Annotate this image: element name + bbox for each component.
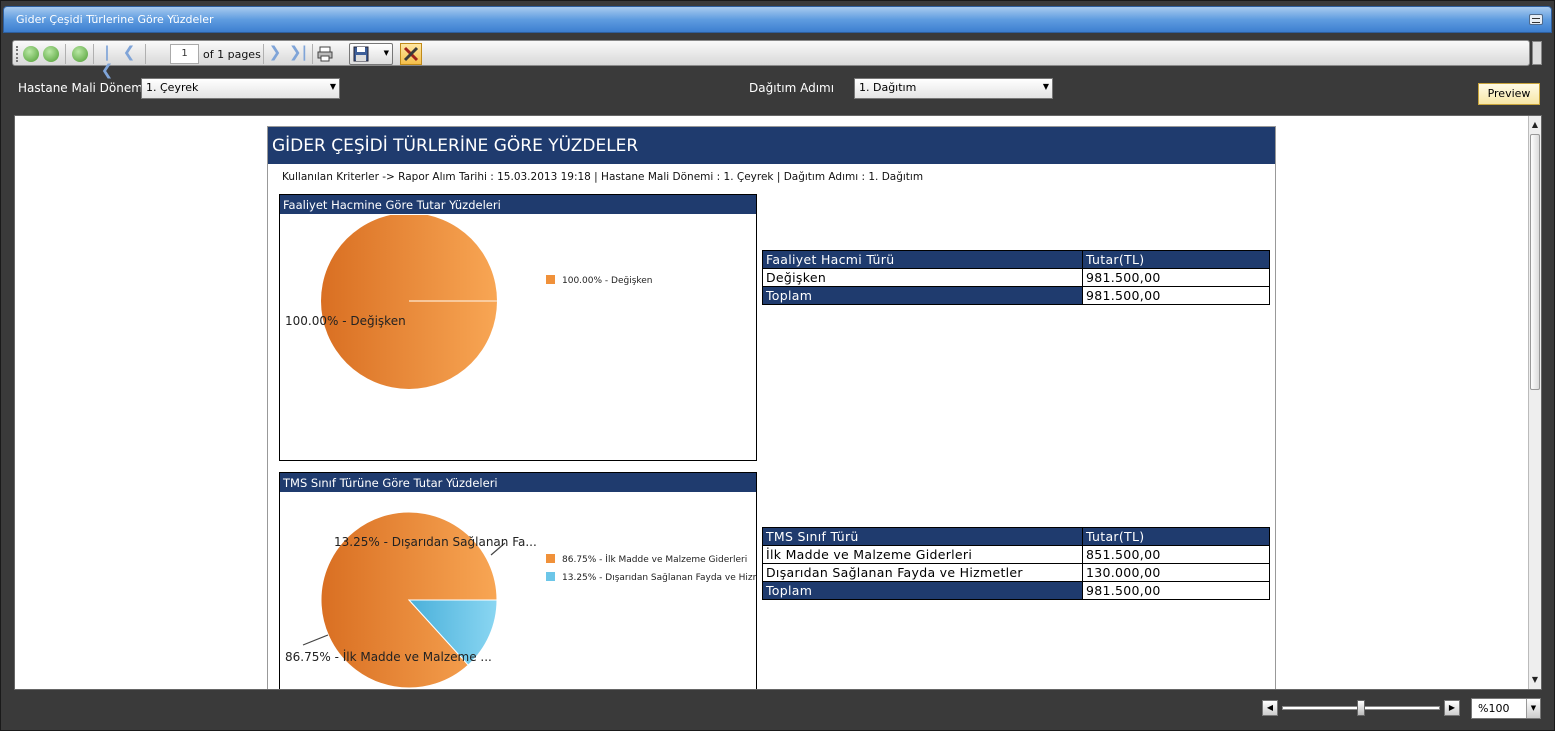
distribution-value: 1. Dağıtım bbox=[859, 81, 917, 94]
zoom-select[interactable]: %100 ▼ bbox=[1471, 698, 1541, 719]
leader-line bbox=[302, 634, 329, 646]
page-count: of 1 pages bbox=[203, 48, 261, 61]
table-cell: Değişken bbox=[762, 268, 1083, 287]
back-icon[interactable] bbox=[23, 46, 39, 62]
table-cell: 981.500,00 bbox=[1082, 268, 1270, 287]
separator bbox=[65, 44, 66, 64]
legend-item: 100.00% - Değişken bbox=[562, 276, 653, 286]
separator bbox=[145, 44, 146, 64]
scroll-thumb[interactable] bbox=[1530, 134, 1540, 390]
scroll-down-icon[interactable]: ▼ bbox=[1529, 673, 1541, 687]
chevron-down-icon: ▼ bbox=[329, 82, 336, 91]
header-cell: TMS Sınıf Türü bbox=[762, 527, 1083, 546]
distribution-select[interactable]: 1. Dağıtım ▼ bbox=[854, 78, 1053, 99]
pie-chart-tms: 86.75% - İlk Madde ve Malzeme ... 13.25% … bbox=[285, 511, 756, 689]
vertical-scrollbar[interactable]: ▲ ▼ bbox=[1528, 116, 1541, 689]
legend-swatch bbox=[546, 554, 555, 563]
total-value: 981.500,00 bbox=[1082, 286, 1270, 305]
legend-swatch bbox=[546, 572, 555, 581]
table-cell: 851.500,00 bbox=[1082, 545, 1270, 564]
export-dropdown[interactable]: ▼ bbox=[349, 43, 393, 65]
tools-button[interactable] bbox=[400, 43, 422, 65]
last-page-icon[interactable]: ❯| bbox=[289, 43, 307, 61]
table-cell: İlk Madde ve Malzeme Giderleri bbox=[762, 545, 1083, 564]
criteria-text: Kullanılan Kriterler -> Rapor Alım Tarih… bbox=[282, 171, 924, 183]
first-page-icon[interactable]: |❮ bbox=[99, 43, 115, 79]
title-bar: Gider Çeşidi Türlerine Göre Yüzdeler bbox=[3, 6, 1552, 33]
toolbar-overflow[interactable] bbox=[1532, 41, 1542, 65]
table-cell: 130.000,00 bbox=[1082, 563, 1270, 582]
legend-swatch bbox=[546, 275, 555, 284]
zoom-slider-thumb[interactable] bbox=[1357, 700, 1365, 716]
print-icon[interactable] bbox=[317, 46, 335, 64]
table-total-row: Toplam 981.500,00 bbox=[762, 581, 1270, 600]
chevron-down-icon: ▼ bbox=[1042, 82, 1049, 91]
pie-chart-activity: 100.00% - Değişken 100.00% - Değişken bbox=[285, 215, 653, 389]
separator bbox=[263, 44, 264, 64]
chart-title: Faaliyet Hacmine Göre Tutar Yüzdeleri bbox=[280, 195, 756, 214]
save-icon bbox=[353, 46, 369, 62]
legend-item: 86.75% - İlk Madde ve Malzeme Giderleri bbox=[562, 554, 747, 565]
legend-item: 13.25% - Dışarıdan Sağlanan Fayda ve Hiz… bbox=[562, 573, 756, 583]
table-total-row: Toplam 981.500,00 bbox=[762, 286, 1270, 305]
total-value: 981.500,00 bbox=[1082, 581, 1270, 600]
report-viewer: GİDER ÇEŞİDİ TÜRLERİNE GÖRE YÜZDELER Kul… bbox=[14, 115, 1542, 690]
preview-button[interactable]: Preview bbox=[1478, 83, 1540, 105]
grip-icon bbox=[16, 46, 19, 62]
refresh-icon[interactable] bbox=[72, 46, 88, 62]
pie-label: 86.75% - İlk Madde ve Malzeme ... bbox=[285, 649, 492, 664]
period-value: 1. Çeyrek bbox=[146, 81, 199, 94]
header-cell: Tutar(TL) bbox=[1082, 527, 1270, 546]
tools-icon bbox=[403, 46, 419, 62]
period-label: Hastane Mali Dönemi bbox=[18, 81, 147, 95]
report-title: GİDER ÇEŞİDİ TÜRLERİNE GÖRE YÜZDELER bbox=[268, 127, 1275, 164]
scroll-up-icon[interactable]: ▲ bbox=[1529, 118, 1541, 132]
table-row: İlk Madde ve Malzeme Giderleri 851.500,0… bbox=[762, 545, 1270, 564]
zoom-value: %100 bbox=[1478, 702, 1510, 715]
report-page: GİDER ÇEŞİDİ TÜRLERİNE GÖRE YÜZDELER Kul… bbox=[267, 126, 1276, 689]
total-label: Toplam bbox=[762, 286, 1083, 305]
table-cell: Dışarıdan Sağlanan Fayda ve Hizmetler bbox=[762, 563, 1083, 582]
separator bbox=[312, 44, 313, 64]
table-row: Dışarıdan Sağlanan Fayda ve Hizmetler 13… bbox=[762, 563, 1270, 582]
chevron-down-icon: ▼ bbox=[383, 49, 389, 57]
pie-slice bbox=[321, 215, 497, 389]
distribution-label: Dağıtım Adımı bbox=[749, 81, 835, 95]
pie-label: 100.00% - Değişken bbox=[285, 314, 406, 328]
header-cell: Faaliyet Hacmi Türü bbox=[762, 250, 1083, 269]
chart-box-activity: Faaliyet Hacmine Göre Tutar Yüzdeleri 10… bbox=[279, 194, 757, 461]
zoom-out-button[interactable]: ◀ bbox=[1262, 700, 1278, 716]
forward-icon[interactable] bbox=[43, 46, 59, 62]
header-cell: Tutar(TL) bbox=[1082, 250, 1270, 269]
next-page-icon[interactable]: ❯ bbox=[267, 43, 283, 61]
separator bbox=[93, 44, 94, 64]
chart-box-tms: TMS Sınıf Türüne Göre Tutar Yüzdeleri 86… bbox=[279, 472, 757, 689]
pie-label: 13.25% - Dışarıdan Sağlanan Fa... bbox=[334, 535, 537, 549]
chevron-down-icon: ▼ bbox=[1526, 699, 1540, 718]
prev-page-icon[interactable]: ❮ bbox=[121, 43, 137, 61]
chart-title: TMS Sınıf Türüne Göre Tutar Yüzdeleri bbox=[280, 473, 756, 492]
period-select[interactable]: 1. Çeyrek ▼ bbox=[141, 78, 340, 99]
zoom-in-button[interactable]: ▶ bbox=[1444, 700, 1460, 716]
tms-table: TMS Sınıf Türü Tutar(TL) İlk Madde ve Ma… bbox=[762, 527, 1270, 600]
page-number-input[interactable]: 1 bbox=[170, 44, 199, 64]
table-row: Değişken 981.500,00 bbox=[762, 268, 1270, 287]
window-title: Gider Çeşidi Türlerine Göre Yüzdeler bbox=[16, 13, 214, 26]
table-header-row: TMS Sınıf Türü Tutar(TL) bbox=[762, 527, 1270, 546]
table-header-row: Faaliyet Hacmi Türü Tutar(TL) bbox=[762, 250, 1270, 269]
report-window: Gider Çeşidi Türlerine Göre Yüzdeler |❮ … bbox=[0, 0, 1555, 731]
total-label: Toplam bbox=[762, 581, 1083, 600]
activity-table: Faaliyet Hacmi Türü Tutar(TL) Değişken 9… bbox=[762, 250, 1270, 305]
maximize-icon[interactable] bbox=[1529, 14, 1543, 25]
report-toolbar: |❮ ❮ 1 of 1 pages ❯ ❯| ▼ bbox=[12, 40, 1530, 79]
